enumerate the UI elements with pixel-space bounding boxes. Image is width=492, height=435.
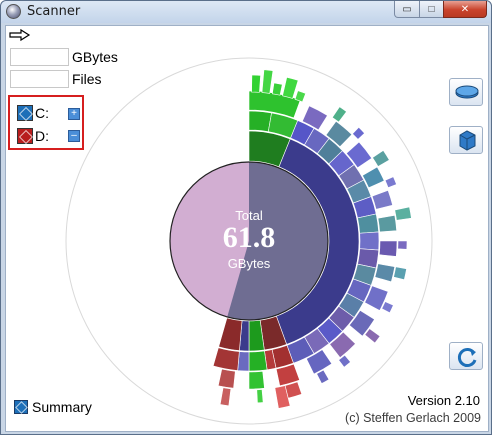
summary-toggle[interactable]: Summary	[14, 399, 92, 415]
segment-ring4[interactable]	[251, 74, 261, 93]
close-button[interactable]: ✕	[443, 1, 487, 18]
refresh-icon	[457, 348, 477, 367]
cube-icon	[459, 130, 476, 151]
drive-item-d[interactable]: D:	[17, 127, 49, 145]
arrow-right-icon[interactable]	[9, 28, 31, 42]
summary-label: Summary	[32, 399, 92, 415]
minimize-button[interactable]: ▭	[394, 1, 420, 18]
version-text: Version 2.10	[407, 393, 480, 408]
disk-view-button[interactable]	[449, 78, 483, 106]
refresh-button[interactable]	[449, 342, 483, 370]
segment-ring3[interactable]	[377, 214, 397, 233]
maximize-button[interactable]: □	[419, 1, 444, 18]
sunburst-chart[interactable]: Total 61.8 GBytes	[61, 53, 437, 429]
scanner-window: Scanner ▭ □ ✕ GBytes Files C: + D: – Tot…	[0, 0, 492, 435]
sunburst-svg[interactable]	[61, 53, 437, 429]
drive-label-c: C:	[35, 105, 49, 121]
cube-view-button[interactable]	[449, 126, 483, 154]
app-icon	[6, 4, 21, 19]
window-title: Scanner	[27, 4, 81, 19]
drive-d-icon	[17, 128, 33, 144]
copyright-text: (c) Steffen Gerlach 2009	[345, 411, 481, 425]
drive-c-icon	[17, 105, 33, 121]
segment-ring4[interactable]	[397, 240, 408, 250]
drive-label-d: D:	[35, 128, 49, 144]
segment-ring4[interactable]	[256, 389, 264, 404]
disk-icon	[455, 85, 479, 99]
segment-ring2[interactable]	[248, 350, 268, 372]
segment-ring2[interactable]	[359, 231, 380, 251]
client-area: GBytes Files C: + D: – Total 61.8 GBytes…	[5, 25, 489, 432]
segment-ring3[interactable]	[248, 370, 265, 390]
segment-ring2[interactable]	[248, 110, 272, 133]
summary-icon	[14, 400, 28, 414]
title-bar[interactable]: Scanner ▭ □ ✕	[1, 1, 491, 23]
drive-item-c[interactable]: C:	[17, 104, 49, 122]
segment-ring4[interactable]	[393, 266, 407, 281]
segment-ring3[interactable]	[378, 240, 398, 257]
